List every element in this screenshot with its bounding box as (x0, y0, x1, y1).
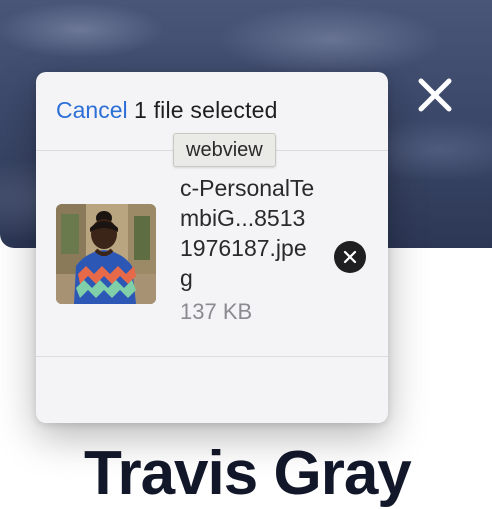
close-icon[interactable] (414, 74, 456, 116)
photo-thumbnail (56, 204, 156, 304)
webview-tooltip: webview (173, 133, 276, 167)
cancel-button[interactable]: Cancel (56, 97, 128, 124)
file-name: c-PersonalTembiG...85131976187.jpeg (180, 175, 315, 291)
profile-name: Travis Gray (84, 439, 412, 508)
file-size: 137 KB (180, 299, 253, 324)
selected-file-row: c-PersonalTembiG...85131976187.jpeg 137 … (36, 151, 388, 357)
remove-circle-icon (343, 250, 357, 264)
remove-file-button[interactable] (334, 241, 366, 273)
file-picker-popover: Cancel 1 file selected c-PersonalTembiG.… (36, 72, 388, 423)
selection-count-title: 1 file selected (134, 97, 278, 123)
